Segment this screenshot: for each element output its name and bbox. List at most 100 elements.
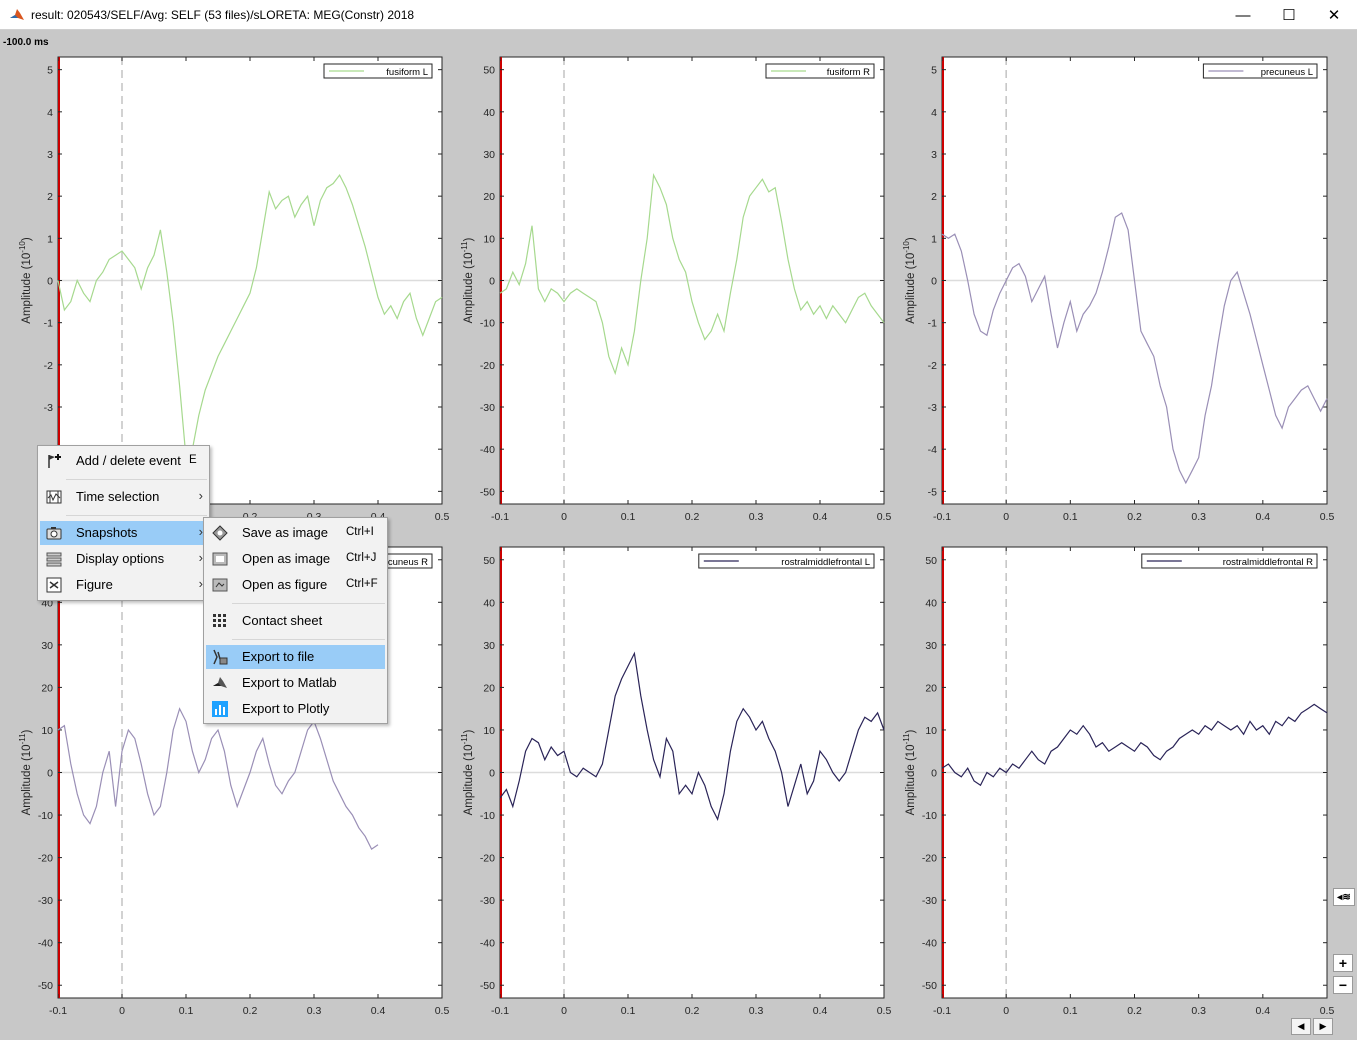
y-tick-label: 1 [931, 233, 937, 245]
x-tick-label: -0.1 [49, 1005, 67, 1017]
x-tick-label: 0 [1003, 1005, 1009, 1017]
x-tick-label: 0.5 [877, 1005, 892, 1017]
y-tick-label: 4 [47, 107, 53, 119]
x-tick-label: 0.5 [877, 511, 892, 523]
y-tick-label: 10 [483, 725, 495, 737]
display-options-icon [46, 552, 62, 567]
y-tick-label: 40 [483, 107, 495, 119]
y-tick-label: -20 [480, 853, 495, 865]
x-tick-label: 0 [1003, 511, 1009, 523]
submenu-item-open-as-image[interactable]: Open as image Ctrl+J [206, 547, 385, 571]
open-image-icon [212, 552, 228, 566]
menu-item-add-delete-event[interactable]: Add / delete event E [40, 449, 207, 473]
matlab-icon [213, 677, 227, 688]
y-tick-label: -5 [928, 486, 937, 498]
x-tick-label: 0.4 [1256, 511, 1271, 523]
submenu-item-contact-sheet[interactable]: Contact sheet [206, 609, 385, 633]
y-tick-label: 4 [931, 107, 937, 119]
submenu-item-open-as-figure[interactable]: Open as figure Ctrl+F [206, 573, 385, 597]
y-tick-label: 50 [483, 555, 495, 567]
next-page-button[interactable]: ▶ [1313, 1018, 1333, 1035]
y-tick-label: -3 [928, 402, 937, 414]
previous-page-button[interactable]: ◀ [1291, 1018, 1311, 1035]
y-tick-label: 30 [483, 640, 495, 652]
y-axis-label: Amplitude (10-10) [902, 237, 917, 324]
y-axis-label: Amplitude (10-11) [902, 729, 917, 815]
contact-sheet-icon [213, 614, 226, 627]
submenu-item-export-to-plotly[interactable]: Export to Plotly [206, 697, 385, 721]
menu-separator [66, 515, 207, 516]
collapse-panel-button[interactable]: ◂≋ [1333, 888, 1355, 906]
x-tick-label: 0.5 [1320, 1005, 1335, 1017]
menu-item-label: Contact sheet [242, 613, 323, 628]
x-tick-label: 0.2 [685, 1005, 700, 1017]
legend-label: rostralmiddlefrontal R [1223, 557, 1313, 568]
x-tick-label: 0 [561, 1005, 567, 1017]
y-tick-label: 20 [41, 682, 53, 694]
y-tick-label: -10 [922, 810, 937, 822]
x-tick-label: 0 [119, 1005, 125, 1017]
x-tick-label: 0.2 [685, 511, 700, 523]
zoom-in-button[interactable]: + [1333, 954, 1353, 972]
x-tick-label: 0.1 [1063, 1005, 1078, 1017]
x-tick-label: 0.1 [621, 1005, 636, 1017]
menu-item-label: Export to Matlab [242, 675, 337, 690]
y-axis-label: Amplitude (10-11) [18, 729, 33, 815]
menu-item-label: Save as image [242, 525, 328, 540]
y-tick-label: 0 [931, 768, 937, 780]
y-tick-label: -2 [44, 360, 53, 372]
x-tick-label: 0.4 [813, 1005, 828, 1017]
menu-separator [232, 603, 385, 604]
y-tick-label: 0 [47, 276, 53, 288]
menu-item-label: Export to file [242, 649, 315, 664]
menu-item-label: Add / delete event [76, 453, 181, 468]
x-tick-label: 0.5 [1320, 511, 1335, 523]
y-tick-label: 0 [931, 276, 937, 288]
submenu-item-export-to-file[interactable]: Export to file [206, 645, 385, 669]
menu-item-display-options[interactable]: Display options › [40, 547, 207, 571]
y-tick-label: -10 [38, 810, 53, 822]
menu-separator [66, 479, 207, 480]
time-selection-icon [46, 490, 62, 504]
x-tick-label: 0.3 [307, 1005, 322, 1017]
plotly-icon [212, 701, 228, 717]
chart-panel-3: 5 4 3 2 1 0 -1 -2 -3 -4 -5 -0.1 0 0.1 0.2 0.3 0.4 0.5 Ampl… [902, 56, 1335, 523]
y-tick-label: -2 [928, 360, 937, 372]
y-tick-label: -30 [922, 895, 937, 907]
y-tick-label: -30 [480, 895, 495, 907]
submenu-arrow-icon: › [198, 488, 203, 503]
y-tick-label: -20 [38, 853, 53, 865]
x-tick-label: 0.1 [1063, 511, 1078, 523]
chart-panel-6: 50 40 30 20 10 0 -10 -20 -30 -40 -50 -0.1 0 0.1 0.2 0.3… [902, 546, 1335, 1017]
y-tick-label: 30 [483, 149, 495, 161]
menu-item-figure[interactable]: Figure › [40, 573, 207, 597]
y-tick-label: 20 [925, 682, 937, 694]
y-tick-label: 30 [41, 640, 53, 652]
x-tick-label: 0.1 [179, 1005, 194, 1017]
y-tick-label: -50 [480, 980, 495, 992]
submenu-item-export-to-matlab[interactable]: Export to Matlab [206, 671, 385, 695]
y-tick-label: 10 [925, 725, 937, 737]
legend-label: fusiform L [386, 67, 428, 78]
submenu-item-save-as-image[interactable]: Save as image Ctrl+I [206, 521, 385, 545]
zoom-out-button[interactable]: − [1333, 976, 1353, 994]
menu-item-time-selection[interactable]: Time selection › [40, 485, 207, 509]
y-tick-label: -1 [928, 318, 937, 330]
x-tick-label: 0.2 [1127, 1005, 1142, 1017]
x-tick-label: -0.1 [491, 1005, 509, 1017]
y-tick-label: -3 [44, 402, 53, 414]
y-tick-label: 10 [41, 725, 53, 737]
menu-item-label: Figure [76, 577, 113, 592]
y-tick-label: -50 [922, 980, 937, 992]
snapshots-submenu: Save as image Ctrl+I Open as image Ctrl+J Op… [203, 517, 388, 724]
y-tick-label: 5 [931, 65, 937, 77]
menu-item-snapshots[interactable]: Snapshots › [40, 521, 207, 545]
x-tick-label: 0.3 [749, 1005, 764, 1017]
x-tick-label: -0.1 [933, 1005, 951, 1017]
menu-item-label: Open as figure [242, 577, 328, 592]
y-axis-label: Amplitude (10-11) [460, 237, 475, 323]
event-flag-icon [48, 454, 61, 468]
y-axis-label: Amplitude (10-10) [18, 237, 33, 324]
x-tick-label: 0.4 [813, 511, 828, 523]
y-tick-label: -40 [38, 938, 53, 950]
